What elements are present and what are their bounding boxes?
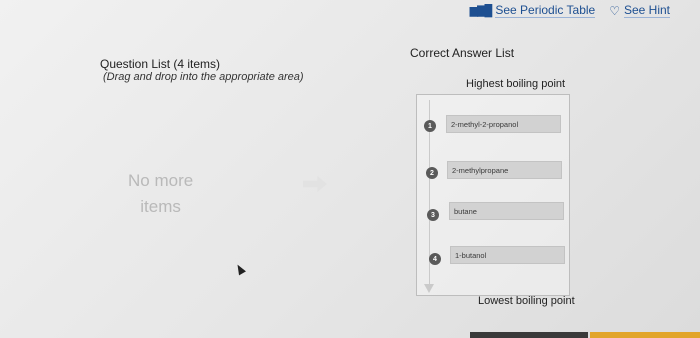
see-periodic-table-link[interactable]: ▆▇█ See Periodic Table xyxy=(470,3,596,18)
highest-boiling-label: Highest boiling point xyxy=(466,78,566,90)
answer-slot-3: 3 xyxy=(427,209,439,221)
bottom-bar xyxy=(470,332,588,338)
periodic-table-label: See Periodic Table xyxy=(495,3,596,18)
lightbulb-icon: ♡ xyxy=(609,3,620,18)
order-arrow-icon xyxy=(424,284,434,293)
answer-slot-1: 1 xyxy=(424,120,436,132)
periodic-table-icon: ▆▇█ xyxy=(469,5,493,17)
answer-slot-4: 4 xyxy=(429,253,441,265)
answer-item[interactable]: 2-methyl-2-propanol xyxy=(446,115,561,133)
answer-item[interactable]: butane xyxy=(449,202,564,220)
answer-list-title: Correct Answer List xyxy=(410,46,515,60)
question-list-empty-message: No more items xyxy=(128,168,193,220)
slot-number-2: 2 xyxy=(426,167,438,179)
empty-line-2: items xyxy=(140,197,181,216)
see-hint-link[interactable]: ♡ See Hint xyxy=(609,3,670,18)
hint-label: See Hint xyxy=(623,3,670,18)
answer-slot-2: 2 xyxy=(426,167,438,179)
question-list-subtitle: (Drag and drop into the appropriate area… xyxy=(103,71,304,83)
slot-number-3: 3 xyxy=(427,209,439,221)
submit-button[interactable] xyxy=(590,332,700,338)
top-links: ▆▇█ See Periodic Table ♡ See Hint xyxy=(470,3,670,18)
lowest-boiling-label: Lowest boiling point xyxy=(478,295,575,307)
mouse-cursor-icon xyxy=(234,262,246,276)
question-list-title: Question List (4 items) xyxy=(100,57,221,71)
answer-item[interactable]: 1-butanol xyxy=(450,246,565,264)
empty-line-1: No more xyxy=(128,171,194,190)
drag-arrow-icon xyxy=(303,176,327,192)
slot-number-1: 1 xyxy=(424,120,436,132)
answer-item[interactable]: 2-methylpropane xyxy=(447,161,562,179)
slot-number-4: 4 xyxy=(429,253,441,265)
